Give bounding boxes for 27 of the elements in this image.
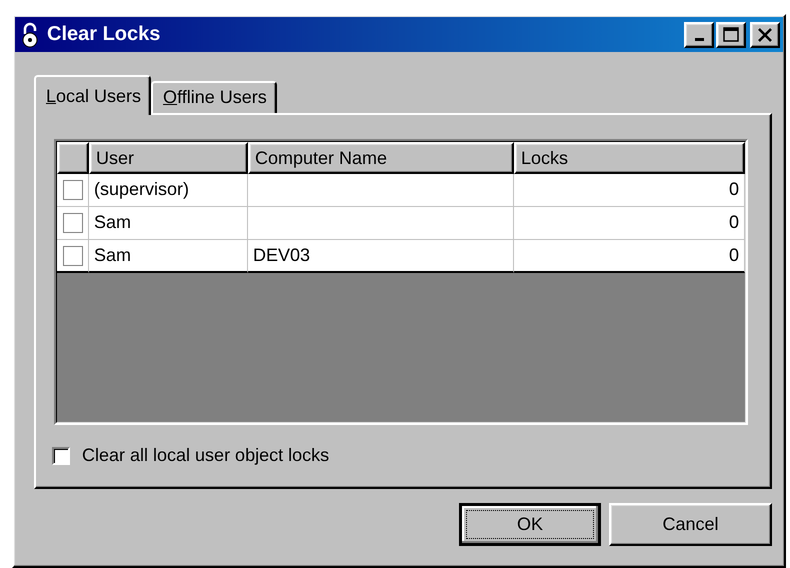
maximize-button[interactable] <box>716 22 746 48</box>
dialog-button[interactable]: OK <box>459 503 601 546</box>
window-title: Clear Locks <box>47 23 162 46</box>
close-button[interactable] <box>750 22 780 48</box>
table-cell: 0 <box>514 240 745 273</box>
table-cell: 0 <box>514 174 745 207</box>
table-cell: (supervisor) <box>89 174 248 207</box>
column-header[interactable]: User <box>89 142 248 174</box>
column-header[interactable]: Computer Name <box>248 142 514 174</box>
column-header[interactable]: Locks <box>514 142 745 174</box>
tab[interactable]: Local Users <box>34 75 152 115</box>
tab[interactable]: Offline Users <box>151 81 277 113</box>
checkbox[interactable] <box>52 446 70 464</box>
table-cell: DEV03 <box>248 240 514 273</box>
minimize-button[interactable] <box>684 22 714 48</box>
checkbox[interactable] <box>62 180 82 200</box>
maximize-icon <box>723 26 739 42</box>
checkbox[interactable] <box>62 213 82 233</box>
table-cell: Sam <box>89 240 248 273</box>
table-cell: 0 <box>514 207 745 240</box>
dialog-button[interactable]: Cancel <box>609 503 772 546</box>
checkbox-label[interactable]: Clear all local user object locks <box>82 445 330 466</box>
minimize-icon <box>694 38 704 40</box>
padlock-icon <box>21 22 39 48</box>
table-cell: Sam <box>89 207 248 240</box>
checkbox[interactable] <box>62 246 82 266</box>
close-icon <box>757 26 773 42</box>
